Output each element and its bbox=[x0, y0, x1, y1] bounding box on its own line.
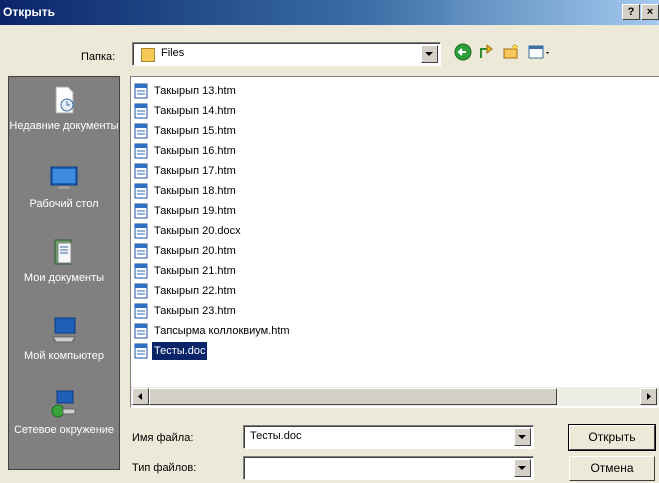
file-list[interactable]: Такырып 13.htm Такырып 14.htm Такырып 15.h… bbox=[130, 76, 659, 408]
chevron-down-icon[interactable] bbox=[514, 428, 531, 446]
word-document-icon bbox=[134, 303, 148, 319]
scroll-right-button[interactable] bbox=[640, 388, 657, 405]
my-computer-icon bbox=[52, 317, 76, 343]
my-documents-icon bbox=[54, 239, 72, 265]
cancel-button[interactable]: Отмена bbox=[569, 456, 655, 481]
file-name: Такырып 21.htm bbox=[154, 265, 236, 277]
file-name: Такырып 23.htm bbox=[154, 305, 236, 317]
file-name: Такырып 13.htm bbox=[154, 85, 236, 97]
back-arrow-icon[interactable] bbox=[454, 43, 472, 61]
file-name: Такырып 20.htm bbox=[154, 245, 236, 257]
word-document-icon bbox=[134, 143, 148, 159]
chevron-right-icon bbox=[647, 393, 651, 400]
title-bar[interactable]: Открыть ? × bbox=[0, 0, 659, 25]
word-document-icon bbox=[134, 243, 148, 259]
open-button[interactable]: Открыть bbox=[568, 424, 656, 451]
lookin-combo[interactable]: Files bbox=[132, 42, 441, 66]
filetype-label: Тип файлов: bbox=[132, 462, 197, 474]
folder-icon bbox=[141, 48, 155, 62]
filename-value: Тесты.doc bbox=[250, 430, 302, 442]
word-document-icon bbox=[134, 163, 148, 179]
recent-documents-icon bbox=[55, 86, 74, 114]
file-name: Тесты.doc bbox=[152, 342, 208, 360]
scroll-left-button[interactable] bbox=[132, 388, 149, 405]
window-title: Открыть bbox=[3, 5, 56, 19]
close-button[interactable]: × bbox=[641, 4, 659, 20]
word-document-icon bbox=[134, 263, 148, 279]
horizontal-scrollbar[interactable] bbox=[131, 387, 659, 406]
place-network[interactable]: Сетевое окружение bbox=[9, 389, 119, 437]
file-name: Такырып 15.htm bbox=[154, 125, 236, 137]
chevron-down-icon[interactable] bbox=[514, 459, 531, 477]
word-document-icon bbox=[134, 323, 148, 339]
place-network-label: Сетевое окружение bbox=[13, 424, 115, 436]
place-recent-label: Недавние документы bbox=[9, 120, 119, 132]
chevron-left-icon bbox=[138, 393, 142, 400]
filetype-combo[interactable] bbox=[243, 456, 534, 480]
chevron-down-icon[interactable] bbox=[421, 45, 438, 63]
lookin-value: Files bbox=[161, 47, 185, 59]
filename-field[interactable]: Тесты.doc bbox=[243, 425, 534, 449]
file-name: Такырып 20.docx bbox=[154, 225, 241, 237]
place-my-documents-label: Мои документы bbox=[23, 272, 105, 284]
file-name: Такырып 14.htm bbox=[154, 105, 236, 117]
file-name: Такырып 18.htm bbox=[154, 185, 236, 197]
place-my-computer[interactable]: Мой компьютер bbox=[9, 315, 119, 363]
filename-label: Имя файла: bbox=[132, 432, 194, 444]
new-folder-icon[interactable] bbox=[502, 43, 520, 61]
place-desktop-label: Рабочий стол bbox=[29, 198, 99, 210]
up-one-level-icon[interactable] bbox=[478, 43, 496, 61]
file-name: Такырып 16.htm bbox=[154, 145, 236, 157]
file-name: Такырып 17.htm bbox=[154, 165, 236, 177]
word-document-icon bbox=[134, 223, 148, 239]
desktop-icon bbox=[50, 166, 78, 189]
place-my-computer-label: Мой компьютер bbox=[23, 350, 105, 362]
file-name: Тапсырма коллоквиум.htm bbox=[154, 325, 290, 337]
word-document-icon bbox=[134, 83, 148, 99]
word-document-icon bbox=[134, 343, 148, 359]
word-document-icon bbox=[134, 203, 148, 219]
network-places-icon bbox=[51, 390, 76, 418]
places-bar: Недавние документы Рабочий стол Мои доку… bbox=[8, 76, 120, 470]
views-menu-icon[interactable] bbox=[528, 43, 552, 61]
scroll-thumb[interactable] bbox=[149, 388, 557, 405]
place-recent[interactable]: Недавние документы bbox=[9, 85, 119, 133]
word-document-icon bbox=[134, 123, 148, 139]
word-document-icon bbox=[134, 103, 148, 119]
place-my-documents[interactable]: Мои документы bbox=[9, 237, 119, 285]
file-name: Такырып 22.htm bbox=[154, 285, 236, 297]
place-desktop[interactable]: Рабочий стол bbox=[9, 163, 119, 211]
file-name: Такырып 19.htm bbox=[154, 205, 236, 217]
help-button[interactable]: ? bbox=[622, 4, 640, 20]
lookin-label: Папка: bbox=[81, 51, 116, 63]
word-document-icon bbox=[134, 283, 148, 299]
word-document-icon bbox=[134, 183, 148, 199]
